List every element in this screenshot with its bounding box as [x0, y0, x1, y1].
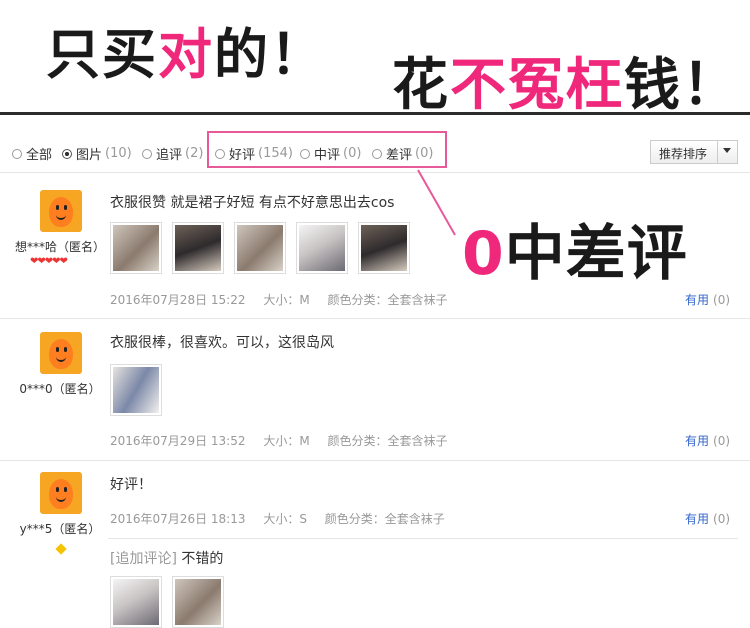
avatar[interactable]: [40, 190, 82, 232]
user-level-hearts-icon: ❤❤❤❤❤: [30, 256, 68, 267]
review-photo-thumb[interactable]: [110, 222, 162, 274]
append-divider: [108, 538, 738, 539]
review-photo-thumb[interactable]: [110, 364, 162, 416]
review-photo-thumb[interactable]: [110, 576, 162, 628]
review-photos: [110, 222, 410, 274]
review-photo-thumb[interactable]: [296, 222, 348, 274]
avatar[interactable]: [40, 332, 82, 374]
review-photo-thumb[interactable]: [358, 222, 410, 274]
append-review-photos: [110, 576, 224, 628]
review-text: 好评！: [110, 477, 152, 493]
review-color: 颜色分类：全套含袜子: [327, 434, 448, 448]
review-meta: 2016年07月26日 18:13 大小：S 颜色分类：全套含袜子: [110, 510, 459, 527]
review-username: 想***哈（匿名）: [14, 240, 105, 254]
review-meta: 2016年07月29日 13:52 大小：M 颜色分类：全套含袜子: [110, 432, 462, 449]
useful-button[interactable]: 有用 (0): [685, 432, 730, 449]
review-photos: [110, 364, 162, 416]
review-size: 大小：S: [263, 512, 307, 526]
review-photo-thumb[interactable]: [172, 576, 224, 628]
useful-button[interactable]: 有用 (0): [685, 291, 730, 308]
review-size: 大小：M: [263, 434, 310, 448]
append-review-text: 不错的: [181, 551, 224, 567]
review-divider: [0, 318, 750, 319]
review-date: 2016年07月26日 18:13: [110, 512, 246, 526]
avatar[interactable]: [40, 472, 82, 514]
review-username: 0***0（匿名）: [19, 382, 101, 396]
review-text: 衣服很棒，很喜欢。可以，这很岛风: [110, 335, 334, 351]
callout-text: 0中差评: [462, 219, 688, 289]
useful-button[interactable]: 有用 (0): [685, 510, 730, 527]
append-review-tag: [追加评论]: [110, 551, 177, 567]
review-meta: 2016年07月28日 15:22 大小：M 颜色分类：全套含袜子: [110, 291, 462, 308]
review-color: 颜色分类：全套含袜子: [327, 293, 448, 307]
review-color: 颜色分类：全套含袜子: [324, 512, 445, 526]
review-photo-thumb[interactable]: [234, 222, 286, 274]
review-date: 2016年07月29日 13:52: [110, 434, 246, 448]
review-text: 衣服很赞 就是裙子好短 有点不好意思出去cos: [110, 195, 395, 211]
append-review: [追加评论] 不错的: [110, 548, 223, 568]
review-photo-thumb[interactable]: [172, 222, 224, 274]
review-divider: [0, 460, 750, 461]
review-date: 2016年07月28日 15:22: [110, 293, 246, 307]
review-size: 大小：M: [263, 293, 310, 307]
callout-pointer-line: [417, 169, 456, 236]
review-username: y***5（匿名）: [19, 522, 101, 536]
